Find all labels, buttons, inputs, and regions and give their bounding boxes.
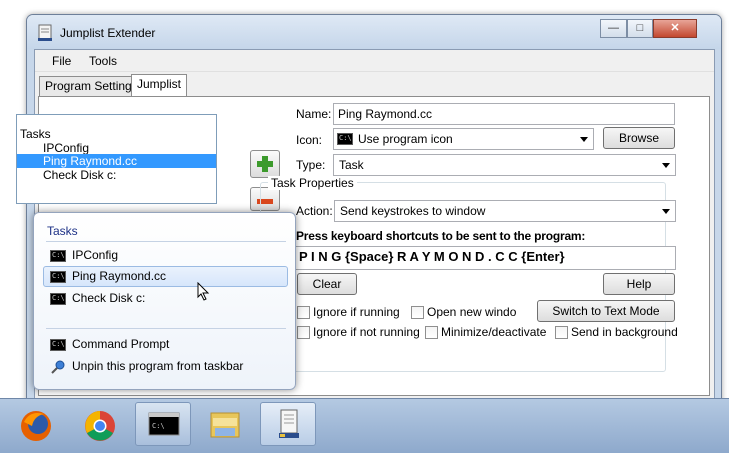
- firefox-icon: [21, 411, 51, 441]
- cmd-icon: C:\: [50, 293, 66, 305]
- help-button[interactable]: Help: [603, 273, 675, 295]
- icon-label: Icon:: [296, 133, 323, 147]
- app-icon: [38, 24, 52, 41]
- popup-item-label: Command Prompt: [72, 337, 170, 351]
- menu-tools[interactable]: Tools: [89, 54, 117, 68]
- jumplist-popup: Tasks C:\ IPConfig C:\ Ping Raymond.cc C…: [33, 212, 296, 390]
- list-item[interactable]: Check Disk c:: [43, 168, 116, 182]
- divider: [46, 328, 286, 329]
- cmd-icon: C:\: [337, 133, 353, 145]
- popup-command-prompt[interactable]: C:\ Command Prompt: [43, 334, 288, 355]
- browse-button[interactable]: Browse: [603, 127, 675, 149]
- cmd-icon: C:\: [50, 271, 66, 283]
- list-item[interactable]: IPConfig: [43, 141, 89, 155]
- taskbar-chrome[interactable]: [72, 402, 128, 446]
- open-new-window-checkbox[interactable]: [411, 306, 424, 319]
- cmd-icon: C:\: [50, 250, 66, 262]
- list-header-tasks: Tasks: [20, 127, 51, 141]
- chevron-down-icon: [662, 209, 670, 214]
- cmd-icon: C:\: [50, 339, 66, 351]
- popup-item-label: IPConfig: [72, 248, 119, 262]
- close-button[interactable]: ✕: [653, 19, 697, 38]
- ignore-running-label: Ignore if running: [313, 305, 400, 319]
- send-background-checkbox[interactable]: [555, 326, 568, 339]
- add-button[interactable]: [250, 150, 280, 178]
- shortcut-prompt: Press keyboard shortcuts to be sent to t…: [296, 229, 586, 243]
- menu-bar: File Tools: [35, 50, 714, 72]
- task-properties-title: Task Properties: [268, 176, 357, 190]
- popup-item-label: Check Disk c:: [72, 291, 146, 305]
- chevron-down-icon: [662, 163, 670, 168]
- tasks-listbox[interactable]: Tasks IPConfig Ping Raymond.cc Check Dis…: [16, 114, 217, 204]
- minimize-label: Minimize/deactivate: [441, 325, 547, 339]
- popup-item-label: Ping Raymond.cc: [72, 269, 167, 283]
- clear-button[interactable]: Clear: [297, 273, 357, 295]
- popup-item-ipconfig[interactable]: C:\ IPConfig: [43, 245, 288, 266]
- maximize-button[interactable]: □: [627, 19, 653, 38]
- mouse-cursor-icon: [197, 282, 210, 301]
- window-title: Jumplist Extender: [60, 26, 156, 40]
- popup-tasks-header: Tasks: [47, 224, 78, 238]
- chrome-icon: [85, 411, 115, 441]
- send-background-label: Send in background: [571, 325, 678, 339]
- popup-unpin[interactable]: Unpin this program from taskbar: [43, 356, 288, 377]
- jumplist-extender-icon: [279, 409, 299, 438]
- list-item-selected[interactable]: Ping Raymond.cc: [17, 154, 216, 168]
- icon-select-value: Use program icon: [358, 132, 453, 146]
- title-bar[interactable]: Jumplist Extender — □ ✕: [27, 15, 721, 49]
- cmd-icon: C:\: [148, 412, 180, 436]
- svg-text:C:\: C:\: [152, 422, 165, 430]
- action-label: Action:: [296, 204, 333, 218]
- explorer-icon: [210, 412, 240, 438]
- popup-item-ping[interactable]: C:\ Ping Raymond.cc: [43, 266, 288, 287]
- name-field[interactable]: Ping Raymond.cc: [333, 103, 675, 125]
- shortcut-field[interactable]: P I N G {Space} R A Y M O N D . C C {Ent…: [294, 246, 676, 270]
- action-select-value: Send keystrokes to window: [340, 204, 486, 218]
- tab-jumplist[interactable]: Jumplist: [131, 74, 188, 97]
- type-select[interactable]: Task: [333, 154, 676, 176]
- name-label: Name:: [296, 107, 332, 121]
- divider: [46, 241, 286, 242]
- taskbar-cmd[interactable]: C:\: [135, 402, 191, 446]
- taskbar-jumplist-extender[interactable]: [260, 402, 316, 446]
- action-select[interactable]: Send keystrokes to window: [334, 200, 676, 222]
- ignore-not-running-checkbox[interactable]: [297, 326, 310, 339]
- taskbar-firefox[interactable]: [8, 402, 64, 446]
- menu-file[interactable]: File: [52, 54, 71, 68]
- type-label: Type:: [296, 158, 326, 172]
- chevron-down-icon: [580, 137, 588, 142]
- minimize-button[interactable]: —: [600, 19, 627, 38]
- minimize-checkbox[interactable]: [425, 326, 438, 339]
- plus-icon: [257, 156, 273, 172]
- open-new-window-label: Open new windo: [427, 305, 517, 319]
- icon-select[interactable]: C:\ Use program icon: [333, 128, 594, 150]
- tab-program-settings[interactable]: Program Settings: [39, 76, 144, 96]
- switch-text-mode-button[interactable]: Switch to Text Mode: [537, 300, 675, 322]
- ignore-not-running-label: Ignore if not running: [313, 325, 420, 339]
- pin-icon: [51, 360, 65, 374]
- taskbar-explorer[interactable]: [198, 402, 254, 446]
- type-select-value: Task: [339, 158, 364, 172]
- ignore-running-checkbox[interactable]: [297, 306, 310, 319]
- taskbar: C:\: [0, 398, 729, 453]
- popup-item-label: Unpin this program from taskbar: [72, 359, 244, 373]
- popup-item-checkdisk[interactable]: C:\ Check Disk c:: [43, 288, 288, 309]
